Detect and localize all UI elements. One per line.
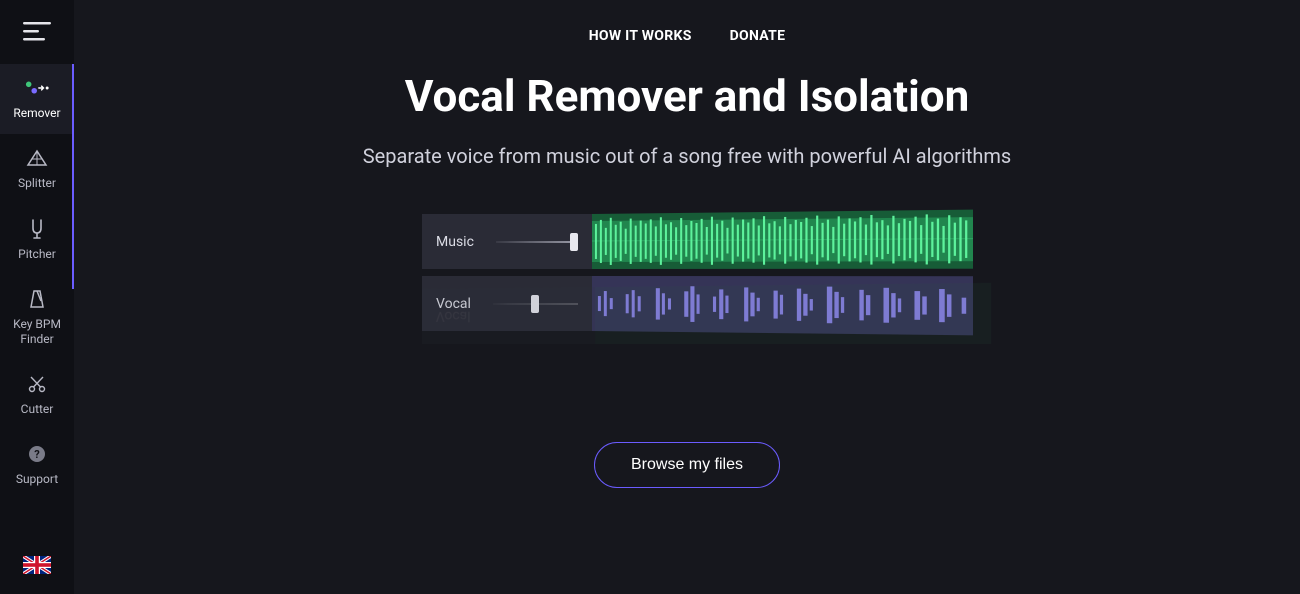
language-selector[interactable] <box>23 556 51 574</box>
scissors-icon <box>25 372 49 396</box>
sidebar-item-label: Splitter <box>18 176 56 190</box>
waveform-illustration: Music Vocal <box>422 214 952 404</box>
music-track-panel: Music <box>422 214 592 269</box>
help-icon: ? <box>25 442 49 466</box>
sidebar-item-cutter[interactable]: Cutter <box>0 360 74 430</box>
music-track-label: Music <box>436 234 474 250</box>
browse-files-button[interactable]: Browse my files <box>594 442 780 488</box>
uk-flag-icon <box>23 556 51 574</box>
nav-how-it-works[interactable]: HOW IT WORKS <box>589 28 692 44</box>
sidebar-item-remover[interactable]: Remover <box>0 64 74 134</box>
top-nav: HOW IT WORKS DONATE <box>589 0 786 64</box>
sidebar-item-label: Cutter <box>21 402 54 416</box>
reflection: Vocal <box>422 277 1003 344</box>
sidebar-item-label: Support <box>16 472 58 486</box>
menu-button[interactable] <box>0 0 74 64</box>
sidebar-item-splitter[interactable]: Splitter <box>0 134 74 204</box>
sidebar-item-support[interactable]: ? Support <box>0 430 74 500</box>
nav-donate[interactable]: DONATE <box>730 28 786 44</box>
sidebar-item-label: Pitcher <box>18 247 56 261</box>
hamburger-icon <box>23 22 51 42</box>
sidebar-item-label: Remover <box>13 106 60 120</box>
music-volume-slider[interactable] <box>496 239 578 245</box>
sidebar-item-pitcher[interactable]: Pitcher <box>0 205 74 275</box>
pitcher-icon <box>25 217 49 241</box>
main-content: HOW IT WORKS DONATE Vocal Remover and Is… <box>74 0 1300 594</box>
active-indicator <box>72 64 74 289</box>
nav-items: Remover Splitter Pitcher <box>0 64 74 501</box>
metronome-icon <box>25 287 49 311</box>
page-title: Vocal Remover and Isolation <box>405 70 969 122</box>
remover-icon <box>25 76 49 100</box>
sidebar: Remover Splitter Pitcher <box>0 0 74 594</box>
svg-text:?: ? <box>34 448 40 461</box>
sidebar-item-keybpm[interactable]: Key BPM Finder <box>0 275 74 360</box>
music-waveform-icon <box>592 210 973 269</box>
page-subtitle: Separate voice from music out of a song … <box>363 144 1012 168</box>
splitter-icon <box>25 146 49 170</box>
sidebar-item-label: Key BPM Finder <box>0 317 74 346</box>
